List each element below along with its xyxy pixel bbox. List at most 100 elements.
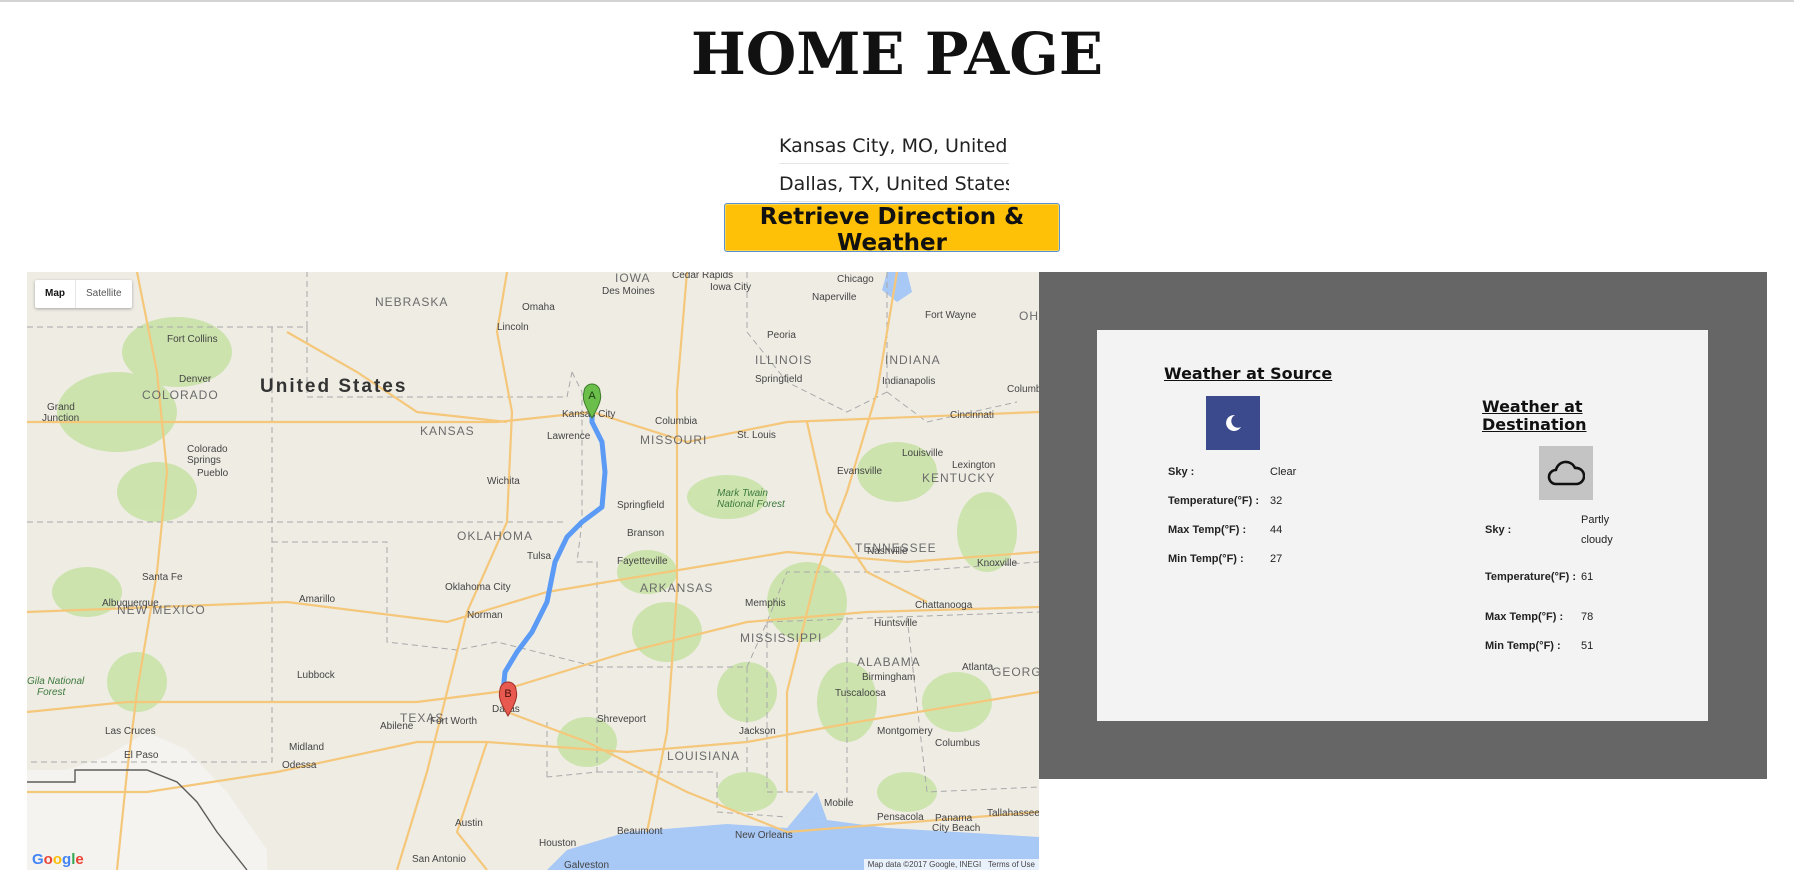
table-row: Temperature(°F) : 32 (1168, 486, 1308, 515)
table-row: Sky : Partly cloudy (1485, 508, 1625, 552)
google-logo: Google (32, 851, 84, 868)
svg-text:Montgomery: Montgomery (877, 726, 933, 737)
table-row: Max Temp(°F) : 44 (1168, 515, 1308, 544)
svg-text:LOUISIANA: LOUISIANA (667, 749, 740, 763)
svg-text:Omaha: Omaha (522, 302, 555, 313)
svg-text:Tallahassee: Tallahassee (987, 808, 1039, 819)
sky-label: Sky : (1168, 465, 1195, 478)
svg-text:Pueblo: Pueblo (197, 468, 229, 479)
svg-text:COLORADO: COLORADO (142, 388, 219, 402)
svg-text:City Beach: City Beach (932, 823, 980, 834)
svg-text:NEBRASKA: NEBRASKA (375, 295, 448, 309)
svg-text:Huntsville: Huntsville (874, 618, 918, 629)
svg-text:Nashville: Nashville (867, 546, 908, 557)
svg-text:B: B (504, 688, 511, 700)
svg-text:San Antonio: San Antonio (412, 854, 466, 865)
svg-text:Naperville: Naperville (812, 292, 857, 303)
temperature-value: 32 (1270, 494, 1283, 507)
max-temp-label: Max Temp(°F) : (1485, 610, 1564, 623)
table-row: Sky : Clear (1168, 457, 1308, 486)
map-attribution: Map data ©2017 Google, INEGI Terms of Us… (863, 859, 1039, 870)
svg-text:Knoxville: Knoxville (977, 558, 1017, 569)
svg-text:Beaumont: Beaumont (617, 826, 663, 837)
svg-text:Peoria: Peoria (767, 330, 796, 341)
temperature-label: Temperature(°F) : (1485, 571, 1576, 583)
min-temp-value: 51 (1581, 639, 1594, 652)
temperature-label: Temperature(°F) : (1168, 494, 1259, 507)
source-input[interactable] (779, 129, 1009, 164)
svg-text:New Orleans: New Orleans (735, 830, 793, 841)
max-temp-value: 78 (1581, 610, 1594, 623)
retrieve-button[interactable]: Retrieve Direction & Weather (724, 203, 1060, 256)
svg-text:Galveston: Galveston (564, 860, 609, 870)
svg-text:OKLAHOMA: OKLAHOMA (457, 529, 533, 543)
map-canvas: United States NEBRASKA IOWA ILLINOIS IND… (27, 272, 1039, 870)
svg-text:Louisville: Louisville (902, 448, 944, 459)
svg-text:Austin: Austin (455, 818, 483, 829)
sky-value: Clear (1270, 465, 1297, 478)
page-title: HOME PAGE (690, 20, 1104, 88)
attribution-text: Map data ©2017 Google, INEGI (867, 860, 982, 869)
moon-icon (1206, 396, 1260, 450)
svg-text:Memphis: Memphis (745, 598, 786, 609)
terms-link[interactable]: Terms of Use (988, 860, 1035, 869)
svg-text:Columbus: Columbus (1007, 384, 1039, 395)
label-country: United States (260, 376, 407, 397)
svg-text:MISSISSIPPI: MISSISSIPPI (740, 631, 822, 645)
table-row: Max Temp(°F) : 78 (1485, 602, 1625, 631)
svg-text:Santa Fe: Santa Fe (142, 572, 183, 583)
min-temp-label: Min Temp(°F) : (1485, 639, 1561, 652)
map-type-satellite-button[interactable]: Satellite (76, 280, 132, 308)
svg-text:Midland: Midland (289, 742, 324, 753)
source-table: Sky : Clear Temperature(°F) : 32 Max Temp(… (1168, 457, 1308, 573)
min-temp-label: Min Temp(°F) : (1168, 552, 1244, 565)
weather-destination: Weather at Destination (1482, 398, 1602, 434)
svg-text:Iowa City: Iowa City (710, 282, 751, 293)
svg-text:Albuquerque: Albuquerque (102, 598, 159, 609)
svg-text:Columbia: Columbia (655, 416, 698, 427)
min-temp-value: 27 (1270, 552, 1283, 565)
svg-text:Cincinnati: Cincinnati (950, 410, 994, 421)
svg-text:KANSAS: KANSAS (420, 424, 475, 438)
svg-text:Lubbock: Lubbock (297, 670, 336, 681)
svg-text:Columbus: Columbus (935, 738, 980, 749)
svg-text:Tulsa: Tulsa (527, 551, 552, 562)
svg-text:Evansville: Evansville (837, 466, 882, 477)
temperature-value: 61 (1581, 571, 1594, 583)
svg-text:Odessa: Odessa (282, 760, 317, 771)
map-type-map-button[interactable]: Map (35, 280, 76, 308)
svg-text:Tuscaloosa: Tuscaloosa (835, 688, 886, 699)
svg-text:Colorado: Colorado (187, 444, 228, 455)
table-row: Temperature(°F) : 61 (1485, 552, 1625, 602)
svg-text:Las Cruces: Las Cruces (105, 726, 156, 737)
svg-text:Mark Twain: Mark Twain (717, 488, 768, 499)
svg-text:Oklahoma City: Oklahoma City (445, 582, 511, 593)
svg-text:Atlanta: Atlanta (962, 662, 994, 673)
destination-table: Sky : Partly cloudy Temperature(°F) : 61 M… (1485, 508, 1625, 660)
svg-text:Fort Wayne: Fort Wayne (925, 310, 977, 321)
svg-text:Fort Collins: Fort Collins (167, 334, 218, 345)
svg-text:Branson: Branson (627, 528, 664, 539)
svg-text:Springfield: Springfield (617, 500, 664, 511)
cloud-icon (1539, 446, 1593, 500)
svg-text:GEORGIA: GEORGIA (992, 665, 1039, 679)
svg-text:Shreveport: Shreveport (597, 714, 646, 725)
svg-text:Norman: Norman (467, 610, 503, 621)
svg-text:IOWA: IOWA (615, 272, 651, 285)
svg-text:Fort Worth: Fort Worth (430, 716, 477, 727)
route-map[interactable]: United States NEBRASKA IOWA ILLINOIS IND… (27, 272, 1039, 870)
weather-panel: Weather at Source Sky : Clear Temperature… (1039, 272, 1767, 779)
svg-text:Houston: Houston (539, 838, 576, 849)
svg-text:Chattanooga: Chattanooga (915, 600, 973, 611)
svg-text:MISSOURI: MISSOURI (640, 433, 707, 447)
weather-card: Weather at Source Sky : Clear Temperature… (1097, 330, 1708, 721)
svg-text:Jackson: Jackson (739, 726, 776, 737)
svg-text:Chicago: Chicago (837, 274, 874, 285)
destination-heading: Weather at Destination (1482, 397, 1587, 434)
svg-text:INDIANA: INDIANA (885, 353, 941, 367)
svg-text:Mobile: Mobile (824, 798, 854, 809)
destination-input[interactable] (779, 167, 1009, 202)
table-row: Min Temp(°F) : 27 (1168, 544, 1308, 573)
svg-text:National Forest: National Forest (717, 499, 786, 510)
table-row: Min Temp(°F) : 51 (1485, 631, 1625, 660)
